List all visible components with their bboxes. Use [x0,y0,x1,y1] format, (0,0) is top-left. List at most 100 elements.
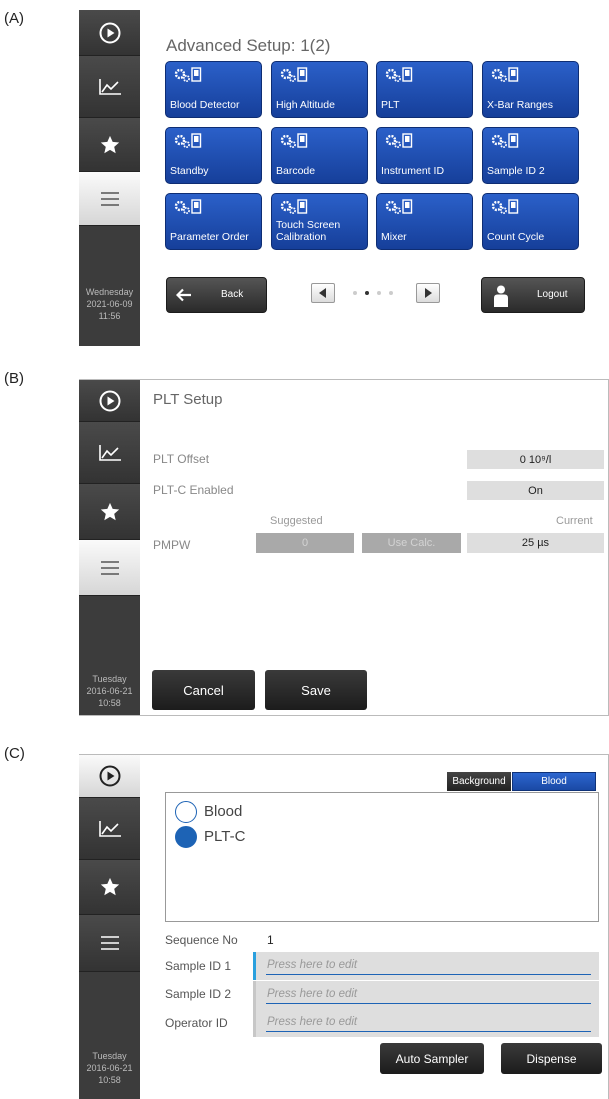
gear-device-icon [280,199,308,214]
nav-favorites-button[interactable] [79,860,140,915]
prev-page-button[interactable] [311,283,335,303]
setup-tile-label: Blood Detector [170,99,240,111]
date-time: 11:56 [98,311,121,321]
star-icon [100,502,119,520]
nav-charts-button[interactable] [79,798,140,860]
nav-run-button[interactable] [79,10,140,56]
gear-device-icon [280,67,308,82]
setup-tile[interactable]: PLT [376,61,473,118]
radio-blood-label: Blood [204,803,243,820]
setup-tile-label: PLT [381,99,400,111]
pltc-enabled-label: PLT-C Enabled [153,483,234,497]
dispense-button[interactable]: Dispense [501,1043,602,1074]
sidebar: Wednesday 2021-06-09 11:56 [79,10,140,346]
sidebar: Tuesday 2016-06-21 10:58 [79,380,140,715]
pmpw-current-value[interactable]: 25 µs [467,533,604,553]
sample-id2-field[interactable]: Press here to edit [253,981,599,1009]
sample-id1-label: Sample ID 1 [165,959,232,973]
sample-type-box: Blood PLT-C [165,792,599,922]
gear-device-icon [174,199,202,214]
date-time: 10:58 [98,1075,121,1085]
field-underline [266,1031,591,1032]
setup-tile-label: X-Bar Ranges [487,99,553,111]
date-date: 2016-06-21 [86,1063,133,1073]
setup-tile[interactable]: Blood Detector [165,61,262,118]
gear-device-icon [491,133,519,148]
nav-run-button[interactable] [79,380,140,422]
play-icon [99,390,120,411]
page-dot-2 [365,291,369,295]
play-icon [99,22,120,43]
gear-device-icon [280,133,308,148]
screen-sample-entry: Tuesday 2016-06-21 10:58 Background Bloo… [79,754,609,1099]
gear-device-icon [491,67,519,82]
logout-button[interactable]: Logout [481,277,585,313]
operator-id-placeholder: Press here to edit [267,1016,358,1028]
setup-tile[interactable]: X-Bar Ranges [482,61,579,118]
gear-device-icon [174,133,202,148]
page-dot-1 [353,291,357,295]
cancel-button[interactable]: Cancel [152,670,255,710]
next-page-button[interactable] [416,283,440,303]
nav-charts-button[interactable] [79,422,140,484]
setup-tile[interactable]: Instrument ID [376,127,473,184]
setup-tile-label: Standby [170,165,209,177]
nav-favorites-button[interactable] [79,484,140,540]
star-icon [100,877,119,896]
setup-tile-label: Sample ID 2 [487,165,545,177]
radio-blood[interactable] [175,801,197,823]
setup-tile[interactable]: Mixer [376,193,473,250]
setup-tile[interactable]: Count Cycle [482,193,579,250]
screen-advanced-setup: Wednesday 2021-06-09 11:56 Advanced Setu… [79,10,609,346]
nav-favorites-button[interactable] [79,118,140,172]
nav-charts-button[interactable] [79,56,140,118]
current-header: Current [556,515,593,527]
date-date: 2021-06-09 [86,299,133,309]
operator-id-field[interactable]: Press here to edit [253,1009,599,1037]
panel-letter-b: (B) [4,370,24,387]
setup-tile-label: High Altitude [276,99,335,111]
date-day: Tuesday [92,674,127,684]
tab-blood[interactable]: Blood [512,772,596,791]
back-button[interactable]: Back [166,277,267,313]
sidebar: Tuesday 2016-06-21 10:58 [79,755,140,1099]
setup-tile[interactable]: High Altitude [271,61,368,118]
sample-id1-placeholder: Press here to edit [267,959,358,971]
field-underline [266,974,591,975]
sample-id1-field[interactable]: Press here to edit [253,952,599,980]
nav-menu-button[interactable] [79,172,140,226]
plt-offset-value[interactable]: 0 10⁹/l [467,450,604,469]
auto-sampler-button[interactable]: Auto Sampler [380,1043,484,1074]
nav-menu-button[interactable] [79,540,140,596]
pltc-enabled-value[interactable]: On [467,481,604,500]
plt-offset-label: PLT Offset [153,452,210,466]
date-date: 2016-06-21 [86,686,133,696]
pmpw-label: PMPW [153,538,191,552]
operator-id-label: Operator ID [165,1016,228,1030]
page-dot-3 [377,291,381,295]
main-content: Advanced Setup: 1(2) Blood Detector High … [140,10,609,346]
user-icon [494,285,508,307]
date-day: Tuesday [92,1051,127,1061]
panel-letter-a: (A) [4,10,24,27]
use-calc-button[interactable]: Use Calc. [362,533,461,553]
arrow-left-icon [176,288,191,302]
main-content: Background Blood Blood PLT-C Sequence No… [140,755,608,1099]
play-icon [99,765,120,787]
screen-plt-setup: Tuesday 2016-06-21 10:58 PLT Setup PLT O… [79,379,609,716]
setup-tile[interactable]: Barcode [271,127,368,184]
date-time: 10:58 [98,698,121,708]
setup-tile[interactable]: Touch Screen Calibration [271,193,368,250]
nav-run-button[interactable] [79,755,140,798]
setup-tile[interactable]: Parameter Order [165,193,262,250]
back-label: Back [221,289,244,300]
nav-menu-button[interactable] [79,915,140,972]
setup-tile[interactable]: Standby [165,127,262,184]
radio-pltc[interactable] [175,826,197,848]
setup-tile[interactable]: Sample ID 2 [482,127,579,184]
panel-letter-c: (C) [4,745,25,762]
tab-background[interactable]: Background [447,772,511,791]
sample-id2-label: Sample ID 2 [165,987,232,1001]
field-underline [266,1003,591,1004]
save-button[interactable]: Save [265,670,367,710]
